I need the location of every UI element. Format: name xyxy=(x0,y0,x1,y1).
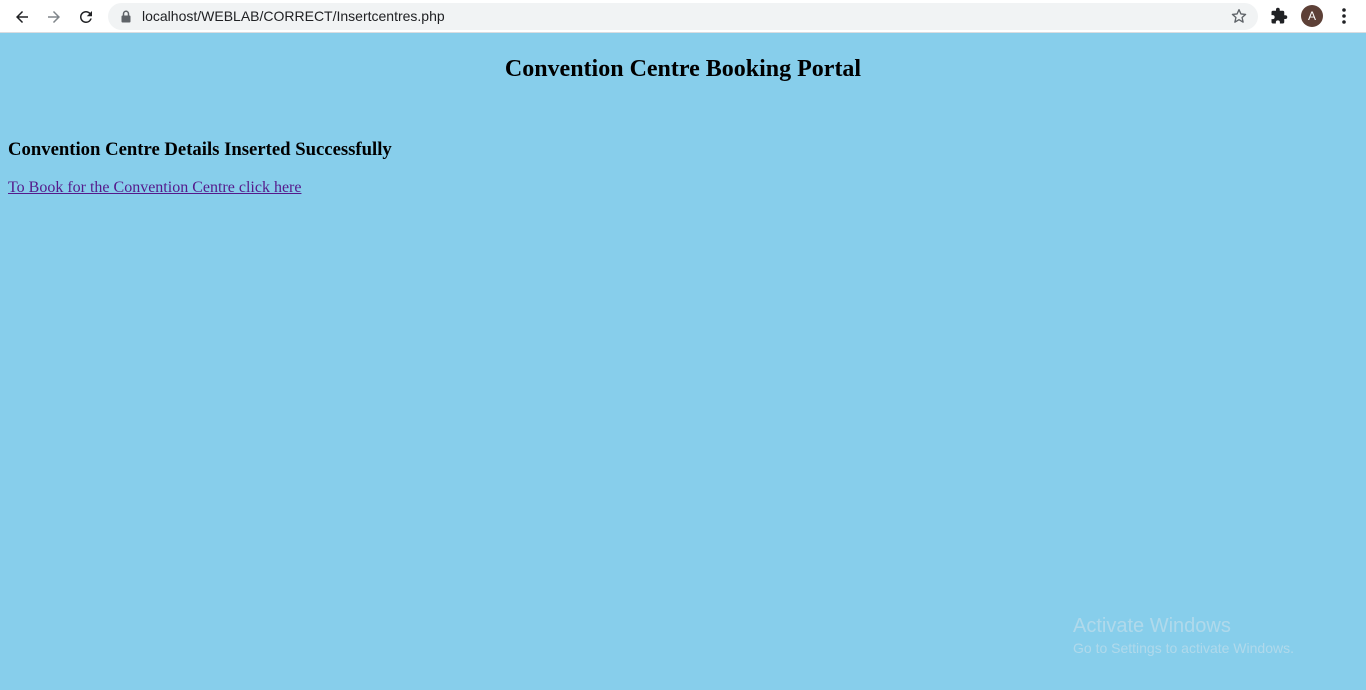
page-title: Convention Centre Booking Portal xyxy=(504,56,862,82)
success-message: Convention Centre Details Inserted Succe… xyxy=(8,139,392,160)
page-content: Convention Centre Booking Portal Convent… xyxy=(0,34,1366,690)
arrow-left-icon xyxy=(16,11,28,23)
kebab-menu-icon[interactable] xyxy=(1335,6,1353,26)
watermark-subtitle: Go to Settings to activate Windows. xyxy=(1073,640,1294,656)
forward-button[interactable] xyxy=(41,4,67,30)
back-button[interactable] xyxy=(9,4,35,30)
address-bar[interactable]: localhost/WEBLAB/CORRECT/Insertcentres.p… xyxy=(108,3,1258,30)
url-text[interactable]: localhost/WEBLAB/CORRECT/Insertcentres.p… xyxy=(142,8,445,25)
reload-button[interactable] xyxy=(73,4,99,30)
lock-icon[interactable] xyxy=(120,9,132,23)
star-icon[interactable] xyxy=(1230,7,1248,25)
windows-activation-watermark: Activate Windows Go to Settings to activ… xyxy=(1073,615,1294,657)
watermark-title: Activate Windows xyxy=(1073,615,1231,637)
profile-avatar[interactable]: A xyxy=(1301,5,1323,27)
booking-link[interactable]: To Book for the Convention Centre click … xyxy=(8,179,301,197)
arrow-right-icon xyxy=(48,11,60,23)
puzzle-icon[interactable] xyxy=(1269,6,1289,26)
browser-toolbar: localhost/WEBLAB/CORRECT/Insertcentres.p… xyxy=(0,0,1366,33)
reload-icon xyxy=(80,10,92,23)
